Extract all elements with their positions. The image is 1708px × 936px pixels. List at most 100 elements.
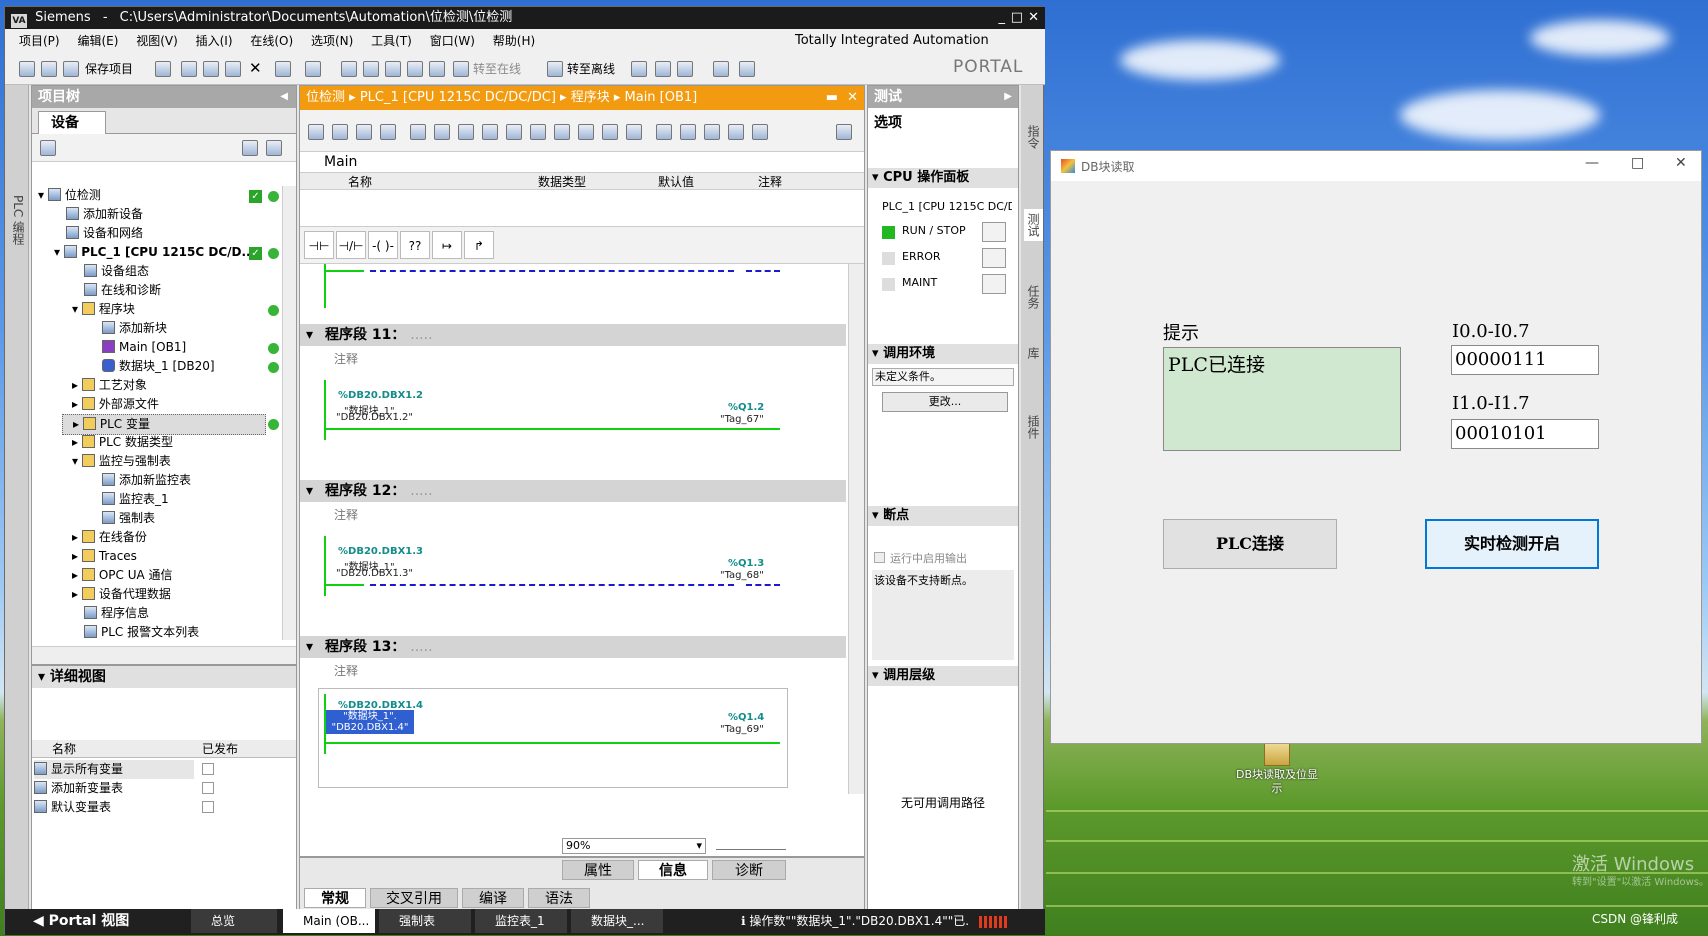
realtime-monitor-button[interactable]: 实时检测开启 [1425,519,1599,569]
maximize-icon[interactable]: □ [1011,7,1023,29]
tree-item-watch-force[interactable]: ▾ 监控与强制表 [72,452,171,471]
vtab-addins[interactable]: 插件 [1025,415,1042,439]
collapse-icon[interactable]: ▾ [306,327,313,343]
coil-operand[interactable]: "Tag_67" [720,414,764,425]
ladder-tool-icon[interactable] [356,124,372,140]
run-button[interactable] [982,222,1006,242]
tree-new-icon[interactable] [40,140,56,156]
plc-connect-button[interactable]: PLC连接 [1163,519,1337,569]
menu-edit[interactable]: 编辑(E) [77,29,118,53]
ladder-tool-icon[interactable] [602,124,618,140]
tree-item-online-diag[interactable]: 在线和诊断 [84,281,161,300]
tree-item-plc-data-types[interactable]: ▸ PLC 数据类型 [72,433,173,452]
open-branch-icon[interactable]: ↦ [432,231,462,259]
ladder-tool-icon[interactable] [434,124,450,140]
call-hierarchy-header[interactable]: ▾ 调用层级 [868,666,1018,686]
menu-help[interactable]: 帮助(H) [493,29,535,53]
ladder-tool-icon[interactable] [752,124,768,140]
tree-item-db20[interactable]: 数据块_1 [DB20] [102,357,215,376]
collapse-left-icon[interactable]: ◀ [280,86,288,108]
zoom-select[interactable]: 90% ▾ [562,838,706,854]
status-message[interactable]: ℹ 操作数""数据块_1"."DB20.DBX1.4""已... [721,909,969,933]
detail-view-header[interactable]: ▾ 详细视图 [32,666,296,688]
published-checkbox[interactable] [202,763,214,775]
paste-icon[interactable] [225,61,241,77]
menu-tools[interactable]: 工具(T) [371,29,412,53]
zoom-slider[interactable] [716,842,786,850]
tree-item-opcua[interactable]: ▸ OPC UA 通信 [72,566,173,585]
ladder-tool-icon[interactable] [332,124,348,140]
segment-12-header[interactable]: ▾ 程序段 12： ..... [300,480,846,502]
new-project-icon[interactable] [19,61,35,77]
tab-cross-ref[interactable]: 交叉引用 [370,888,458,908]
start-cpu-icon[interactable] [655,61,671,77]
open-project-icon[interactable] [41,61,57,77]
tree-filter-icon[interactable] [266,140,282,156]
menu-online[interactable]: 在线(O) [250,29,293,53]
sim-stop-icon[interactable] [429,61,445,77]
cpu-panel-header[interactable]: ▾ CPU 操作面板 [868,168,1018,188]
tab-diagnostics[interactable]: 诊断 [712,860,786,880]
ladder-tool-icon[interactable] [656,124,672,140]
ladder-tool-icon[interactable] [458,124,474,140]
portal-view-button[interactable]: ◀ Portal 视图 [13,909,129,933]
tree-view-icon[interactable] [242,140,258,156]
contact-operand[interactable]: "DB20.DBX1.3" [336,568,413,579]
breakpoints-header[interactable]: ▾ 断点 [868,506,1018,526]
tree-item-tech-objects[interactable]: ▸ 工艺对象 [72,376,147,395]
tree-hscrollbar[interactable] [32,646,296,664]
tree-item-program-blocks[interactable]: ▾ 程序块 [72,300,135,319]
tab-info[interactable]: 信息 [638,860,708,880]
tree-item-add-watch[interactable]: 添加新监控表 [102,471,191,490]
detail-row-all-tags[interactable]: 显示所有变量 [34,760,194,779]
hint-textbox[interactable]: PLC已连接 [1163,347,1401,451]
empty-box-icon[interactable]: ?? [400,231,430,259]
ladder-tool-icon[interactable] [578,124,594,140]
cut-icon[interactable] [181,61,197,77]
ladder-tool-icon[interactable] [704,124,720,140]
go-online-button[interactable]: 转至在线 [473,60,521,77]
mres-button[interactable] [982,274,1006,294]
tree-item-online-backup[interactable]: ▸ 在线备份 [72,528,147,547]
tab-syntax[interactable]: 语法 [528,888,590,908]
save-icon[interactable] [63,61,79,77]
ladder-tool-icon[interactable] [728,124,744,140]
selected-operand[interactable]: "数据块_1". "DB20.DBX1.4" [326,710,414,734]
ladder-tool-icon[interactable] [530,124,546,140]
task-force-table[interactable]: 强制表 [379,909,471,933]
task-overview[interactable]: 总览 [191,909,277,933]
enable-output-checkbox[interactable] [874,552,885,563]
tree-item-add-block[interactable]: 添加新块 [102,319,167,338]
undo-icon[interactable] [275,61,291,77]
vtab-testing[interactable]: 测试 [1024,209,1043,241]
compile-icon[interactable] [341,61,357,77]
coil-operand[interactable]: "Tag_68" [720,570,764,581]
menu-window[interactable]: 窗口(W) [430,29,475,53]
go-online-icon[interactable] [453,61,469,77]
segment-11-header[interactable]: ▾ 程序段 11： ..... [300,324,846,346]
minimize-icon[interactable]: — [1585,155,1599,171]
go-offline-button[interactable]: 转至离线 [567,60,615,77]
segment-comment[interactable]: 注释 [334,506,358,523]
tree-item-traces[interactable]: ▸ Traces [72,547,137,566]
upload-icon[interactable] [385,61,401,77]
coil-icon[interactable]: -( )- [368,231,398,259]
tree-item-external-sources[interactable]: ▸ 外部源文件 [72,395,159,414]
ladder-tool-icon[interactable] [626,124,642,140]
segment-13-header[interactable]: ▾ 程序段 13： ..... [300,636,846,658]
tree-item-watch-table-1[interactable]: 监控表_1 [102,490,169,509]
ladder-tool-icon[interactable] [380,124,396,140]
vtab-tasks[interactable]: 任务 [1025,285,1042,309]
tree-scrollbar[interactable] [282,186,296,640]
ladder-tool-icon[interactable] [554,124,570,140]
crumb-plc[interactable]: PLC_1 [CPU 1215C DC/DC/DC] [360,90,556,105]
go-offline-icon[interactable] [547,61,563,77]
no-contact-icon[interactable]: ⊣⊢ [304,231,334,259]
contact-operand[interactable]: "DB20.DBX1.2" [336,412,413,423]
print-icon[interactable] [155,61,171,77]
vtab-instructions[interactable]: 指令 [1025,125,1042,149]
close-branch-icon[interactable]: ↱ [464,231,494,259]
ladder-tool-icon[interactable] [680,124,696,140]
collapse-icon[interactable]: ▾ [306,483,313,499]
tree-item-proxy-data[interactable]: ▸ 设备代理数据 [72,585,171,604]
